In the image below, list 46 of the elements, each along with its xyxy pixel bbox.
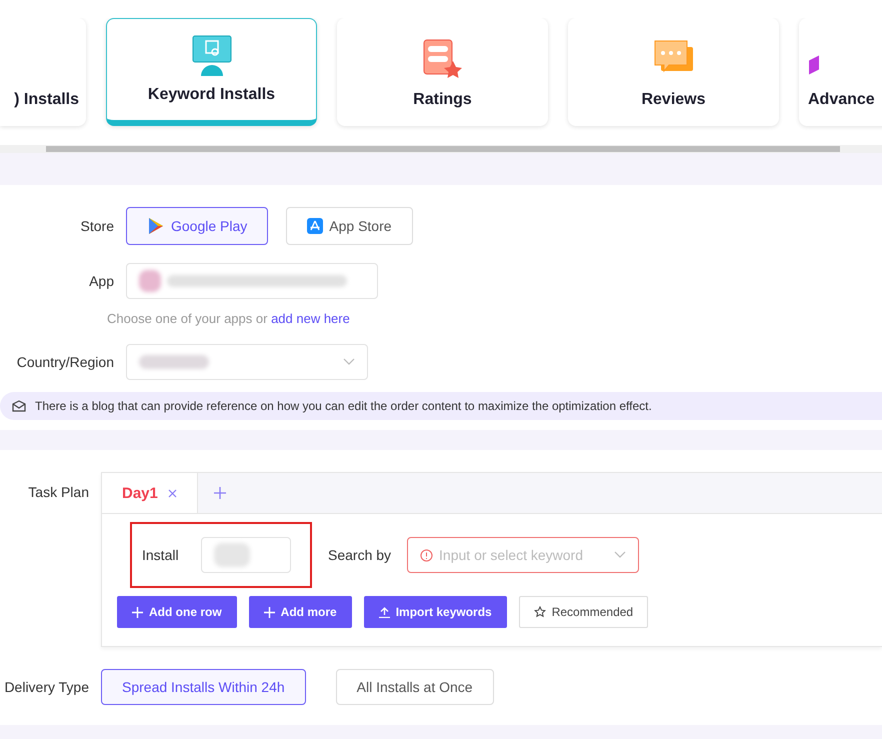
star-outline-icon [534, 606, 546, 618]
add-new-link[interactable]: add new here [271, 311, 350, 326]
store-label: Store [80, 218, 114, 234]
delivery-option[interactable]: All Installs at Once [336, 669, 494, 705]
chevron-down-icon [343, 358, 355, 366]
app-hint: Choose one of your apps or add new here [106, 311, 351, 326]
play-triangle-icon [147, 217, 165, 235]
blurred-value [214, 543, 250, 567]
day-tab[interactable]: Day1 [102, 473, 198, 513]
app-label: App [88, 273, 114, 289]
category-card[interactable]: Ratings [337, 18, 548, 126]
action-button[interactable]: Add one row [117, 596, 237, 628]
blurred-app-icon [139, 270, 161, 292]
install-count-field[interactable] [200, 537, 291, 573]
task-plan-label: Task Plan [27, 484, 89, 500]
plus-icon [132, 606, 143, 618]
upload-icon [378, 606, 390, 618]
chevron-down-icon [614, 551, 626, 559]
install-label: Install [142, 547, 179, 563]
notice-text: There is a blog that can provide reference on how you can edit the order content to maximize the optimization effect. [35, 399, 652, 413]
store-option[interactable]: Google Play [126, 207, 268, 245]
action-button[interactable]: Import keywords [364, 596, 507, 628]
delivery-type-label: Delivery Type [3, 679, 89, 695]
add-tab-icon[interactable] [214, 487, 226, 499]
monitor-search-icon [190, 34, 232, 76]
country-select-field[interactable] [126, 344, 368, 380]
delivery-option[interactable]: Spread Installs Within 24h [101, 669, 306, 705]
blurred-country [139, 355, 209, 369]
category-card[interactable]: Keyword Installs [106, 18, 317, 126]
envelope-icon [12, 400, 26, 412]
store-option[interactable]: App Store [286, 207, 413, 245]
country-label: Country/Region [16, 354, 114, 370]
warning-circle-icon [420, 548, 434, 562]
plus-icon [264, 606, 275, 618]
category-card[interactable]: ) Installs [0, 18, 86, 126]
category-card[interactable]: Reviews [568, 18, 779, 126]
app-select-field[interactable] [126, 263, 378, 299]
app-store-icon [307, 218, 324, 234]
list-star-icon [422, 39, 464, 81]
search-by-label: Search by [328, 547, 392, 563]
keyword-placeholder: Input or select keyword [439, 547, 584, 563]
action-button[interactable]: Recommended [518, 596, 648, 628]
close-icon[interactable] [168, 488, 177, 498]
action-button[interactable]: Add more [248, 596, 352, 628]
category-card[interactable]: Advance [799, 18, 882, 126]
horizontal-scrollbar[interactable] [0, 145, 882, 153]
